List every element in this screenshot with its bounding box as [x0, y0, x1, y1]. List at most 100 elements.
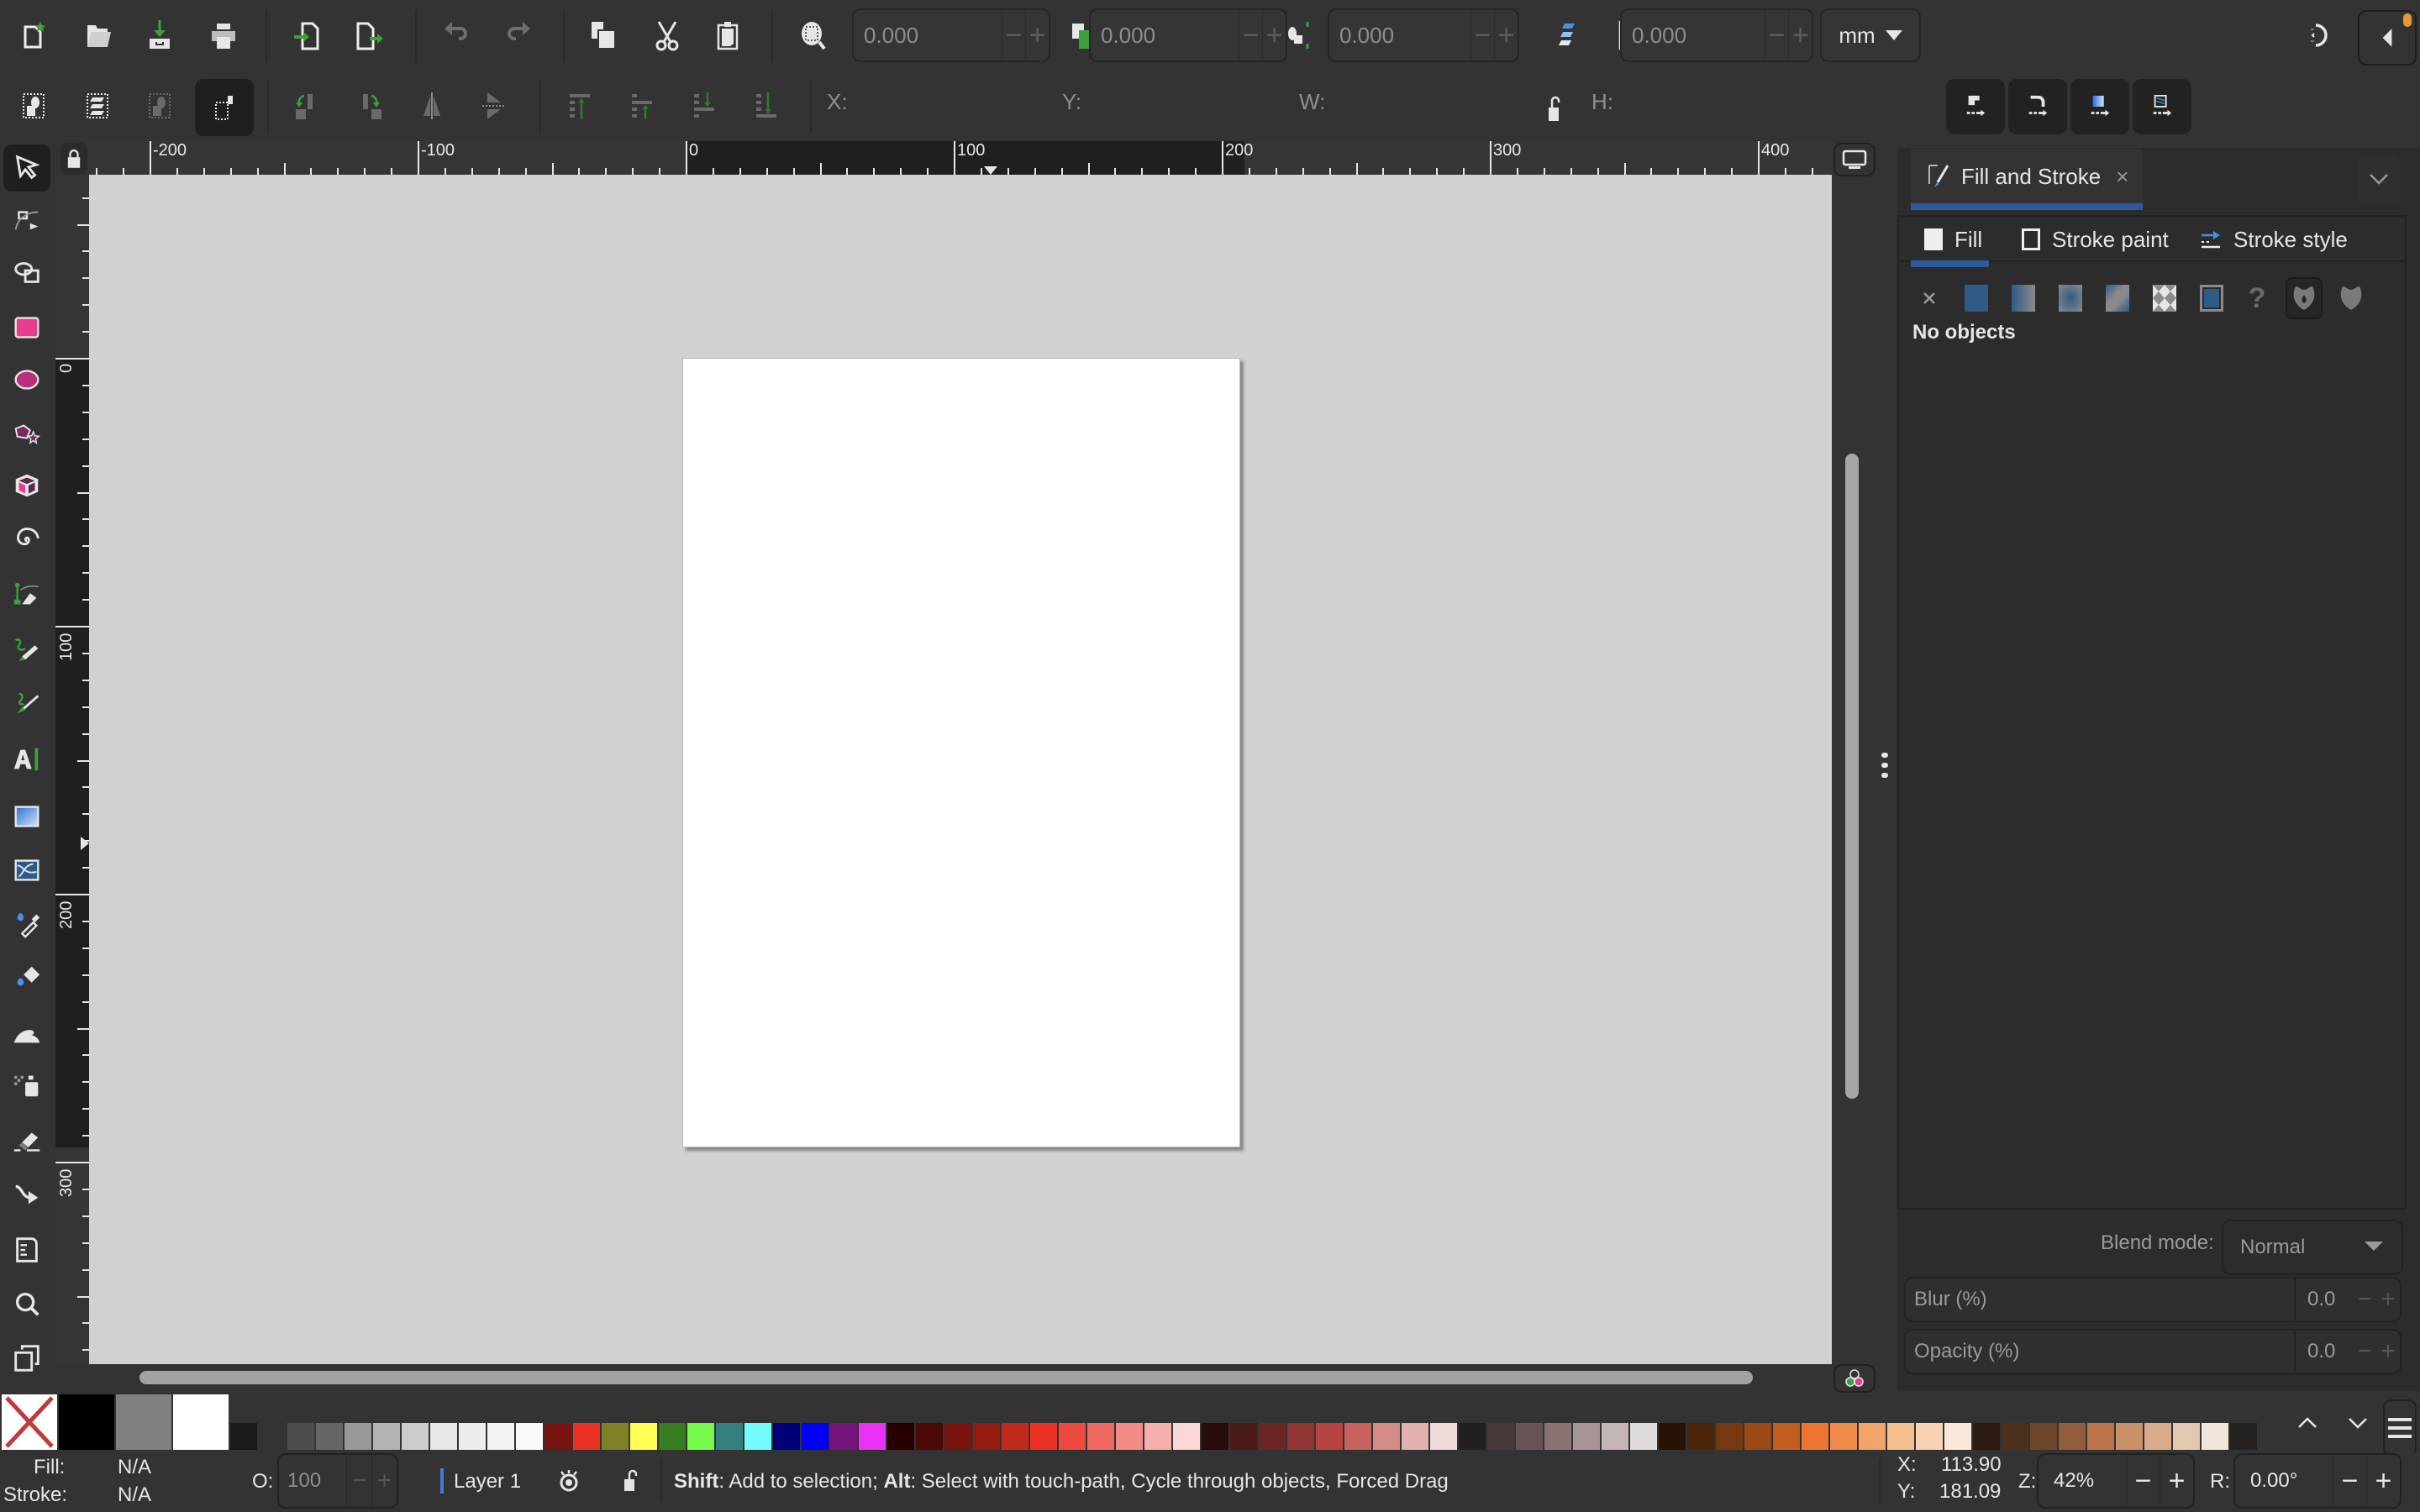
swatch-primary[interactable]	[59, 1394, 114, 1450]
blur-value[interactable]: 0.0	[2294, 1278, 2353, 1320]
swatch[interactable]	[2116, 1423, 2143, 1450]
opacity-increment-button[interactable]: +	[371, 1455, 397, 1507]
dock-resize-handle[interactable]	[1879, 753, 1891, 778]
horizontal-ruler[interactable]: -200 -100 0 100 200 300 400	[87, 141, 1832, 175]
swatch[interactable]	[1973, 1423, 2000, 1450]
fill-indicator-value[interactable]: N/A	[118, 1456, 151, 1479]
y-decrement-button[interactable]: −	[1239, 10, 1262, 60]
lower-button[interactable]	[677, 79, 731, 133]
export-button[interactable]	[341, 8, 395, 62]
pages-manager-tool[interactable]	[3, 1334, 50, 1381]
swatch[interactable]	[716, 1423, 743, 1450]
opacity-value[interactable]: 0.0	[2294, 1331, 2353, 1373]
swatch[interactable]	[1716, 1423, 1743, 1450]
print-button[interactable]	[197, 8, 250, 62]
swatch[interactable]	[2087, 1423, 2114, 1450]
y-increment-button[interactable]: +	[1262, 10, 1286, 60]
swatch[interactable]	[1459, 1423, 1486, 1450]
fill-rule-evenodd-button[interactable]	[2286, 277, 2323, 319]
document-page[interactable]	[682, 358, 1240, 1147]
swatch[interactable]	[602, 1423, 629, 1450]
swatch[interactable]	[1887, 1423, 1914, 1450]
swatch[interactable]	[1259, 1423, 1286, 1450]
swatch[interactable]	[1802, 1423, 1828, 1450]
fill-rule-nonzero-button[interactable]	[2333, 277, 2370, 319]
lock-proportions-button[interactable]	[1543, 87, 1568, 129]
x-increment-button[interactable]: +	[1025, 10, 1049, 60]
swatch[interactable]	[1516, 1423, 1543, 1450]
height-field[interactable]: 0.000 − +	[1620, 8, 1813, 62]
eraser-tool[interactable]	[3, 1117, 50, 1164]
pen-tool[interactable]	[3, 571, 50, 618]
swatch[interactable]	[544, 1423, 571, 1450]
swatch[interactable]	[1144, 1423, 1171, 1450]
gradient-tool[interactable]	[3, 793, 50, 840]
move-patterns-button[interactable]	[2133, 79, 2191, 134]
flip-horizontal-button[interactable]	[405, 79, 459, 133]
blur-slider[interactable]: Blur (%) 0.0 − +	[1904, 1277, 2402, 1322]
text-tool[interactable]	[3, 736, 50, 783]
swatch[interactable]	[1859, 1423, 1886, 1450]
w-decrement-button[interactable]: −	[1470, 10, 1494, 60]
swatch[interactable]	[1173, 1423, 1200, 1450]
flat-color-button[interactable]	[1958, 277, 1995, 319]
tab-stroke-style[interactable]: Stroke style	[2200, 217, 2348, 262]
swatch[interactable]	[430, 1423, 457, 1450]
vertical-ruler[interactable]: 0 100 200 300	[55, 175, 89, 1364]
dock-menu-button[interactable]	[2358, 155, 2400, 203]
vertical-scrollbar[interactable]	[1845, 454, 1859, 1099]
swatch[interactable]	[859, 1423, 886, 1450]
swatch[interactable]	[2230, 1423, 2257, 1450]
command-palette-button[interactable]	[2292, 8, 2346, 62]
toggle-commands-bar-button[interactable]	[2358, 10, 2417, 66]
swatch[interactable]	[1002, 1423, 1028, 1450]
palette-menu-button[interactable]	[2383, 1399, 2417, 1457]
color-management-button[interactable]	[1833, 1364, 1876, 1393]
cut-button[interactable]	[640, 8, 694, 62]
flip-vertical-button[interactable]	[467, 79, 521, 133]
move-gradients-button[interactable]	[2070, 79, 2129, 134]
swatch[interactable]	[1573, 1423, 1600, 1450]
node-tool[interactable]	[3, 197, 50, 244]
swatch[interactable]	[259, 1423, 286, 1450]
swatch[interactable]	[2002, 1423, 2028, 1450]
tweak-tool[interactable]	[3, 1010, 50, 1057]
palette-scroll-up-button[interactable]	[2291, 1406, 2324, 1440]
swatch[interactable]	[402, 1423, 429, 1450]
swatch[interactable]	[316, 1423, 343, 1450]
mesh-tool[interactable]	[3, 847, 50, 894]
swatch[interactable]	[973, 1423, 1000, 1450]
zoom-field[interactable]: 42% − +	[2037, 1453, 2195, 1509]
swatch[interactable]	[2202, 1423, 2228, 1450]
zoom-tool[interactable]	[3, 1280, 50, 1327]
spiral-tool[interactable]	[3, 516, 50, 563]
unset-paint-button[interactable]: ?	[2238, 277, 2275, 319]
swatch[interactable]	[944, 1423, 971, 1450]
swatch[interactable]	[2059, 1423, 2086, 1450]
swatch[interactable]	[1830, 1423, 1857, 1450]
rotate-cw-button[interactable]: +	[2366, 1455, 2400, 1507]
swatch[interactable]	[1916, 1423, 1943, 1450]
deselect-button[interactable]	[133, 79, 187, 133]
rotate-cw-button[interactable]	[343, 79, 397, 133]
3d-box-tool[interactable]	[3, 462, 50, 509]
current-layer-selector[interactable]: Layer 1	[454, 1470, 521, 1494]
tab-fill[interactable]: Fill	[1910, 217, 1990, 267]
canvas[interactable]	[89, 175, 1832, 1364]
no-paint-button[interactable]	[1911, 277, 1948, 319]
swatch[interactable]	[487, 1423, 514, 1450]
object-opacity-field[interactable]: 100 − +	[277, 1453, 398, 1509]
swatch[interactable]	[2144, 1423, 2171, 1450]
w-increment-button[interactable]: +	[1494, 10, 1518, 60]
swatch[interactable]	[887, 1423, 914, 1450]
swatch[interactable]	[459, 1423, 486, 1450]
opacity-decrement-button[interactable]: −	[346, 1455, 371, 1507]
horizontal-scrollbar[interactable]	[139, 1371, 1753, 1384]
paste-button[interactable]	[701, 8, 755, 62]
new-document-button[interactable]	[7, 8, 60, 62]
copy-button[interactable]	[576, 8, 630, 62]
stroke-indicator-value[interactable]: N/A	[118, 1483, 151, 1507]
rotate-ccw-button[interactable]	[281, 79, 334, 133]
shape-builder-tool[interactable]	[3, 249, 50, 296]
swatch-primary[interactable]	[116, 1394, 171, 1450]
